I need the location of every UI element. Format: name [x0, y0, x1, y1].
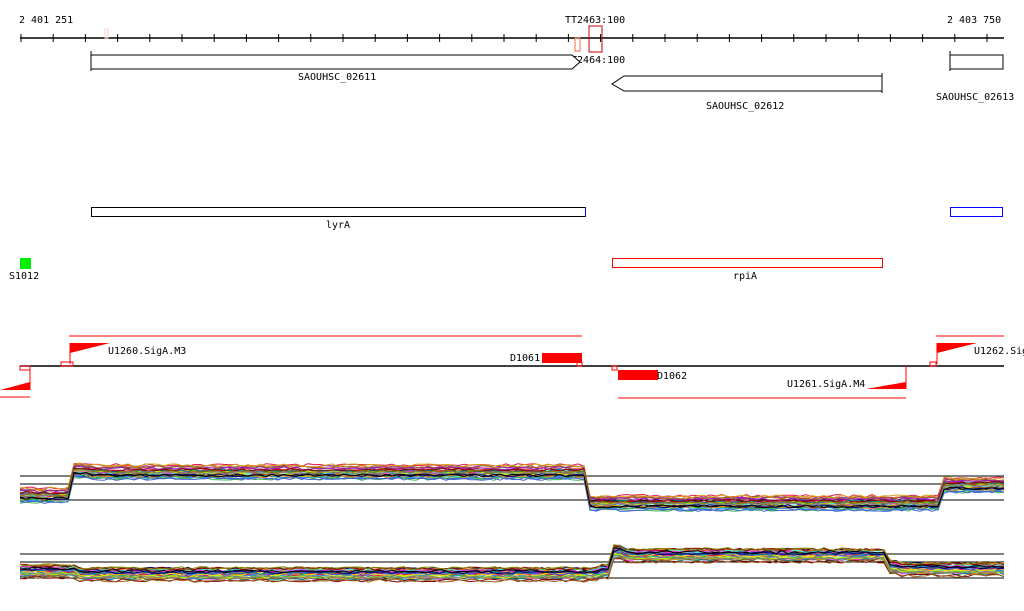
gene-name-track: lyrA rpiA S1012: [9, 207, 1003, 283]
gene-lyrA[interactable]: lyrA: [91, 207, 586, 232]
gene-label: SAOUHSC_02612: [706, 101, 784, 112]
transcript-label: U1261.SigA.M4: [787, 379, 865, 390]
transcript-U1261[interactable]: U1261.SigA.M4: [787, 366, 907, 390]
terminator-marker[interactable]: [574, 37, 581, 52]
site-marker[interactable]: [20, 258, 31, 269]
expression-track-2: [19, 544, 1005, 583]
transcript-D1062[interactable]: D1062: [611, 365, 687, 382]
gene-track: SAOUHSC_02611 SAOUHSC_02612 SAOUHSC_0261…: [90, 51, 1014, 112]
transcript-label: D1062: [657, 371, 687, 382]
gene-name-box[interactable]: [950, 207, 1003, 217]
gene-SAOUHSC_02613[interactable]: SAOUHSC_02613: [936, 51, 1014, 103]
transcript-label: U1262.SigA: [974, 346, 1024, 357]
terminator-label: TT2463:100: [565, 15, 625, 26]
ruler-start-label: 2 401 251: [19, 15, 73, 26]
site-label: S1012: [9, 271, 39, 282]
gene-name-label: rpiA: [733, 271, 757, 282]
terminator-marker[interactable]: [588, 25, 603, 53]
transcript-label: D1061: [510, 353, 540, 364]
ruler-end-label: 2 403 750: [947, 15, 1001, 26]
gene-rpiA[interactable]: rpiA: [612, 258, 883, 283]
genome-browser: 2 401 251 2 403 750 TT2463:100 TT2464:10…: [0, 15, 1024, 583]
gene-SAOUHSC_02611[interactable]: SAOUHSC_02611: [90, 51, 581, 83]
transcript-D1061[interactable]: D1061: [510, 353, 583, 367]
gene-SAOUHSC_02612[interactable]: SAOUHSC_02612: [611, 73, 883, 112]
transcript-U1262[interactable]: U1262.SigA: [929, 343, 1024, 367]
terminator-marker[interactable]: [104, 28, 109, 39]
gene-name-label: lyrA: [326, 220, 350, 231]
transcript-U1260[interactable]: U1260.SigA.M3: [60, 343, 186, 367]
gene-label: SAOUHSC_02613: [936, 92, 1014, 103]
transcript-left[interactable]: [0, 365, 31, 390]
gene-label: SAOUHSC_02611: [298, 72, 376, 83]
transcript-track: U1260.SigA.M3 D1061 D1062 U1261.SigA.M4 …: [0, 335, 1024, 399]
expression-track-1: [19, 462, 1005, 512]
transcript-label: U1260.SigA.M3: [108, 346, 186, 357]
